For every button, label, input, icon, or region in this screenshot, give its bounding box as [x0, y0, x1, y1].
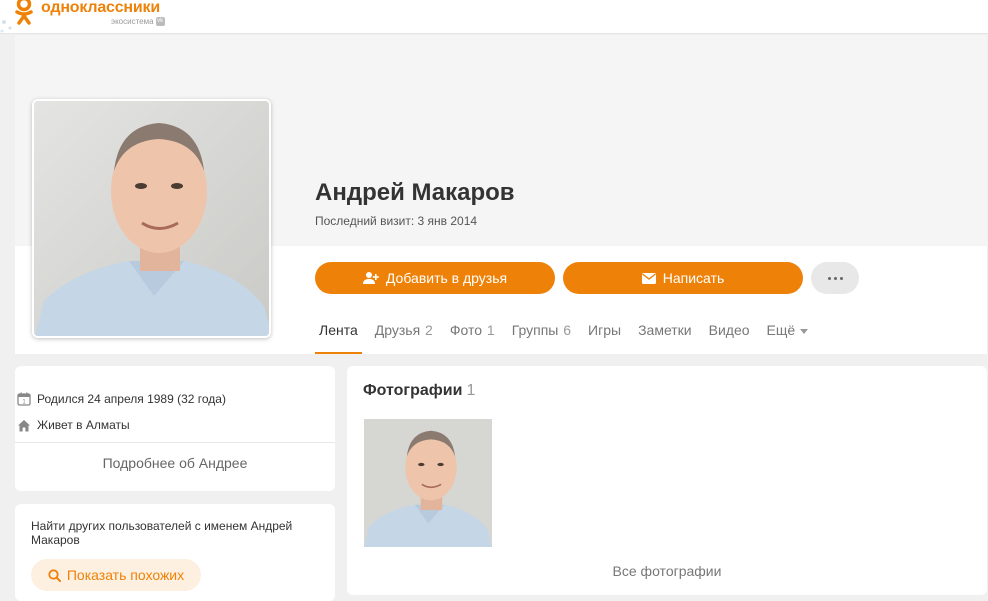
tab-more[interactable]: Ещё	[763, 320, 813, 354]
logo-text[interactable]: одноклассники	[41, 0, 160, 16]
photos-title[interactable]: Фотографии 1	[363, 381, 475, 401]
tab-label: Игры	[588, 322, 622, 338]
tab-friends[interactable]: Друзья 2	[371, 320, 437, 354]
tab-photos[interactable]: Фото 1	[446, 320, 499, 354]
birthday-text: Родился 24 апреля 1989 (32 года)	[37, 392, 226, 406]
location-row: Живет в Алматы	[17, 418, 130, 432]
vk-badge-icon: vk	[155, 17, 165, 27]
tab-label: Друзья	[374, 322, 421, 338]
tab-groups[interactable]: Группы 6	[508, 320, 575, 354]
tab-label: Фото	[449, 322, 483, 338]
last-visit: Последний визит: 3 янв 2014	[315, 214, 478, 228]
tab-count: 1	[486, 322, 495, 338]
add-friend-button[interactable]: Добавить в друзья	[315, 262, 555, 294]
profile-tabs: Лента Друзья 2 Фото 1 Группы 6 Игры Заме…	[315, 320, 821, 354]
home-icon	[18, 419, 30, 431]
photos-title-text: Фотографии	[363, 382, 463, 399]
logo-subtitle: экосистема vk	[111, 17, 165, 27]
photo-image	[364, 419, 492, 547]
more-actions-button[interactable]	[811, 262, 859, 294]
ok-logo-icon[interactable]	[12, 0, 36, 26]
chevron-down-icon	[800, 328, 809, 334]
birthday-row: 1 Родился 24 апреля 1989 (32 года)	[17, 392, 226, 406]
photos-count: 1	[466, 382, 476, 399]
all-photos-link[interactable]: Все фотографии	[347, 563, 987, 579]
tab-feed[interactable]: Лента	[315, 320, 362, 354]
tab-notes[interactable]: Заметки	[634, 320, 696, 354]
tab-label: Ещё	[766, 322, 796, 338]
more-about-link[interactable]: Подробнее об Андрее	[15, 455, 335, 471]
avatar-photo	[34, 101, 269, 336]
divider	[15, 442, 335, 443]
write-message-button[interactable]: Написать	[563, 262, 803, 294]
tab-count: 6	[563, 322, 572, 338]
photo-thumbnail[interactable]	[364, 419, 492, 547]
calendar-icon: 1	[17, 392, 31, 406]
tab-count: 2	[425, 322, 433, 338]
profile-name: Андрей Макаров	[315, 179, 515, 206]
add-friend-label: Добавить в друзья	[385, 270, 508, 286]
tab-video[interactable]: Видео	[705, 320, 754, 354]
similar-users-text: Найти других пользователей с именем Андр…	[31, 519, 293, 547]
logo-sub-text: экосистема	[111, 17, 154, 26]
top-bar: одноклассники экосистема vk	[0, 0, 988, 34]
show-similar-label: Показать похожих	[66, 567, 185, 583]
search-icon	[48, 568, 61, 582]
add-user-icon	[362, 272, 379, 284]
envelope-icon	[641, 272, 656, 284]
location-text: Живет в Алматы	[37, 418, 130, 432]
more-dot	[833, 276, 837, 280]
write-message-label: Написать	[662, 270, 725, 286]
show-similar-button[interactable]: Показать похожих	[31, 559, 201, 591]
tab-games[interactable]: Игры	[584, 320, 625, 354]
more-dots-icon	[827, 276, 831, 280]
tab-label: Заметки	[638, 322, 692, 338]
tab-label: Группы	[511, 322, 559, 338]
tab-label: Лента	[319, 322, 358, 338]
tab-label: Видео	[708, 322, 750, 338]
more-dot	[839, 276, 843, 280]
profile-avatar[interactable]	[32, 99, 271, 338]
